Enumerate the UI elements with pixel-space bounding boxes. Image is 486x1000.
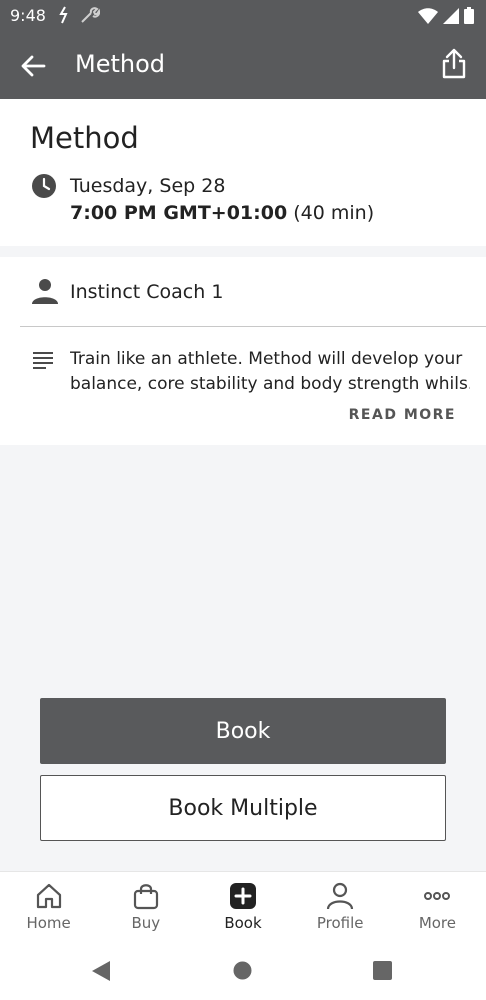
signal-icon — [443, 8, 459, 24]
nav-home-icon[interactable] — [233, 961, 252, 980]
share-icon[interactable] — [440, 48, 468, 80]
person-icon — [32, 279, 58, 304]
description-line-2: balance, core stability and body strengt… — [70, 374, 470, 394]
class-duration: (40 min) — [293, 202, 375, 224]
class-date: Tuesday, Sep 28 — [70, 175, 226, 197]
data-transfer-icon — [59, 6, 68, 24]
battery-icon — [464, 7, 474, 24]
tab-buy-label: Buy — [131, 914, 161, 932]
status-system-icons — [418, 7, 474, 24]
tab-more[interactable]: More — [389, 872, 486, 944]
nav-recents-icon[interactable] — [373, 961, 392, 980]
plus-square-icon — [230, 883, 256, 909]
class-details-card: Instinct Coach 1 Train like an athlete. … — [0, 257, 486, 445]
tab-buy[interactable]: Buy — [97, 872, 194, 944]
coach-name[interactable]: Instinct Coach 1 — [70, 281, 223, 303]
nav-back-icon[interactable] — [92, 961, 110, 981]
status-bar: 9:48 — [0, 0, 486, 32]
more-dots-icon — [424, 892, 451, 900]
class-title: Method — [30, 121, 139, 155]
shopping-bag-icon — [133, 884, 158, 910]
description-line-1: Train like an athlete. Method will devel… — [70, 349, 463, 369]
app-bar-title: Method — [75, 50, 166, 78]
class-description: Train like an athlete. Method will devel… — [70, 347, 470, 397]
read-more-link[interactable]: READ MORE — [349, 407, 456, 423]
class-time-row: 7:00 PM GMT+01:00 (40 min) — [70, 202, 374, 224]
status-notification-icons — [58, 6, 100, 24]
book-multiple-button[interactable]: Book Multiple — [40, 775, 446, 841]
status-time: 9:48 — [10, 6, 46, 25]
description-icon — [33, 352, 53, 369]
back-arrow-icon[interactable] — [20, 52, 48, 80]
wrench-icon — [81, 7, 100, 23]
home-icon — [36, 883, 61, 909]
tab-profile-label: Profile — [316, 914, 364, 932]
clock-icon — [32, 174, 56, 198]
tab-book-label: Book — [224, 914, 262, 932]
bottom-tab-bar: Home Buy Book Profile More — [0, 871, 486, 944]
tab-more-label: More — [418, 914, 456, 932]
person-outline-icon — [327, 882, 354, 910]
app-bar: Method — [0, 32, 486, 99]
tab-home-label: Home — [26, 914, 71, 932]
class-info-card: Method Tuesday, Sep 28 7:00 PM GMT+01:00… — [0, 99, 486, 246]
divider — [20, 326, 486, 327]
tab-home[interactable]: Home — [0, 872, 97, 944]
wifi-icon — [418, 8, 438, 24]
tab-profile[interactable]: Profile — [292, 872, 389, 944]
book-button[interactable]: Book — [40, 698, 446, 764]
tab-book[interactable]: Book — [194, 872, 291, 944]
class-time: 7:00 PM GMT+01:00 — [70, 202, 288, 224]
